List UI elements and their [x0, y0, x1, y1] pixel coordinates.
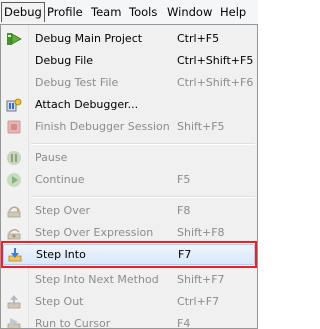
menu-item-shortcut: Ctrl+F7	[177, 295, 220, 308]
menu-item-debug-main-project[interactable]: Debug Main Project Ctrl+F5	[1, 28, 257, 50]
menu-item-shortcut: Ctrl+Shift+F5	[177, 54, 254, 67]
menu-item-shortcut: Shift+F7	[177, 273, 225, 286]
menu-item-label: Step Out	[35, 295, 84, 308]
menu-separator	[31, 196, 255, 198]
menu-help[interactable]: Help	[218, 2, 248, 22]
menu-item-step-out[interactable]: Step Out Ctrl+F7	[1, 291, 257, 313]
menu-item-label: Run to Cursor	[35, 317, 111, 329]
menu-item-continue[interactable]: Continue F5	[1, 169, 257, 191]
pause-icon	[6, 150, 22, 166]
menu-item-attach-debugger[interactable]: Attach Debugger...	[1, 94, 257, 116]
step-over-expression-icon	[6, 225, 22, 241]
menu-item-step-over[interactable]: Step Over F8	[1, 200, 257, 222]
menu-item-label: Step Into Next Method	[35, 273, 159, 286]
menu-item-shortcut: F4	[177, 317, 191, 329]
menu-debug[interactable]: Debug	[1, 2, 45, 22]
menu-item-label: Attach Debugger...	[35, 98, 139, 111]
menu-item-shortcut: F5	[177, 173, 191, 186]
menu-item-shortcut: Shift+F5	[177, 120, 225, 133]
menu-item-finish-debugger-session[interactable]: Finish Debugger Session Shift+F5	[1, 116, 257, 138]
menu-item-label: Debug Test File	[35, 76, 119, 89]
step-over-icon	[6, 203, 22, 219]
step-out-icon	[6, 294, 22, 310]
menu-item-label: Debug Main Project	[35, 32, 143, 45]
finish-session-icon	[6, 119, 22, 135]
menu-profile[interactable]: Profile	[45, 2, 85, 22]
menu-team[interactable]: Team	[89, 2, 123, 22]
menu-item-pause[interactable]: Pause	[1, 147, 257, 169]
menu-window[interactable]: Window	[165, 2, 214, 22]
menu-item-debug-file[interactable]: Debug File Ctrl+Shift+F5	[1, 50, 257, 72]
debug-dropdown-menu: Debug Main Project Ctrl+F5 Debug File Ct…	[0, 24, 258, 329]
menu-item-shortcut: Ctrl+F5	[177, 32, 220, 45]
menu-item-label: Finish Debugger Session	[35, 120, 170, 133]
menu-item-label: Pause	[35, 151, 68, 164]
run-to-cursor-icon	[6, 316, 22, 328]
attach-debugger-icon	[6, 97, 22, 113]
continue-icon	[6, 172, 22, 188]
menu-item-shortcut: Ctrl+Shift+F6	[177, 76, 254, 89]
menu-item-shortcut: F8	[177, 204, 191, 217]
menu-item-label: Continue	[35, 173, 85, 186]
menu-item-label: Step Over	[35, 204, 90, 217]
step-into-highlight-outline	[1, 241, 257, 268]
debug-main-project-icon	[6, 31, 22, 47]
menu-item-run-to-cursor[interactable]: Run to Cursor F4	[1, 313, 257, 329]
menu-separator	[31, 143, 255, 145]
menu-item-debug-test-file[interactable]: Debug Test File Ctrl+Shift+F6	[1, 72, 257, 94]
menu-item-label: Debug File	[35, 54, 94, 67]
menu-bar: Debug Profile Team Tools Window Help	[0, 0, 258, 25]
menu-item-step-into-next-method[interactable]: Step Into Next Method Shift+F7	[1, 269, 257, 291]
menu-tools[interactable]: Tools	[127, 2, 159, 22]
